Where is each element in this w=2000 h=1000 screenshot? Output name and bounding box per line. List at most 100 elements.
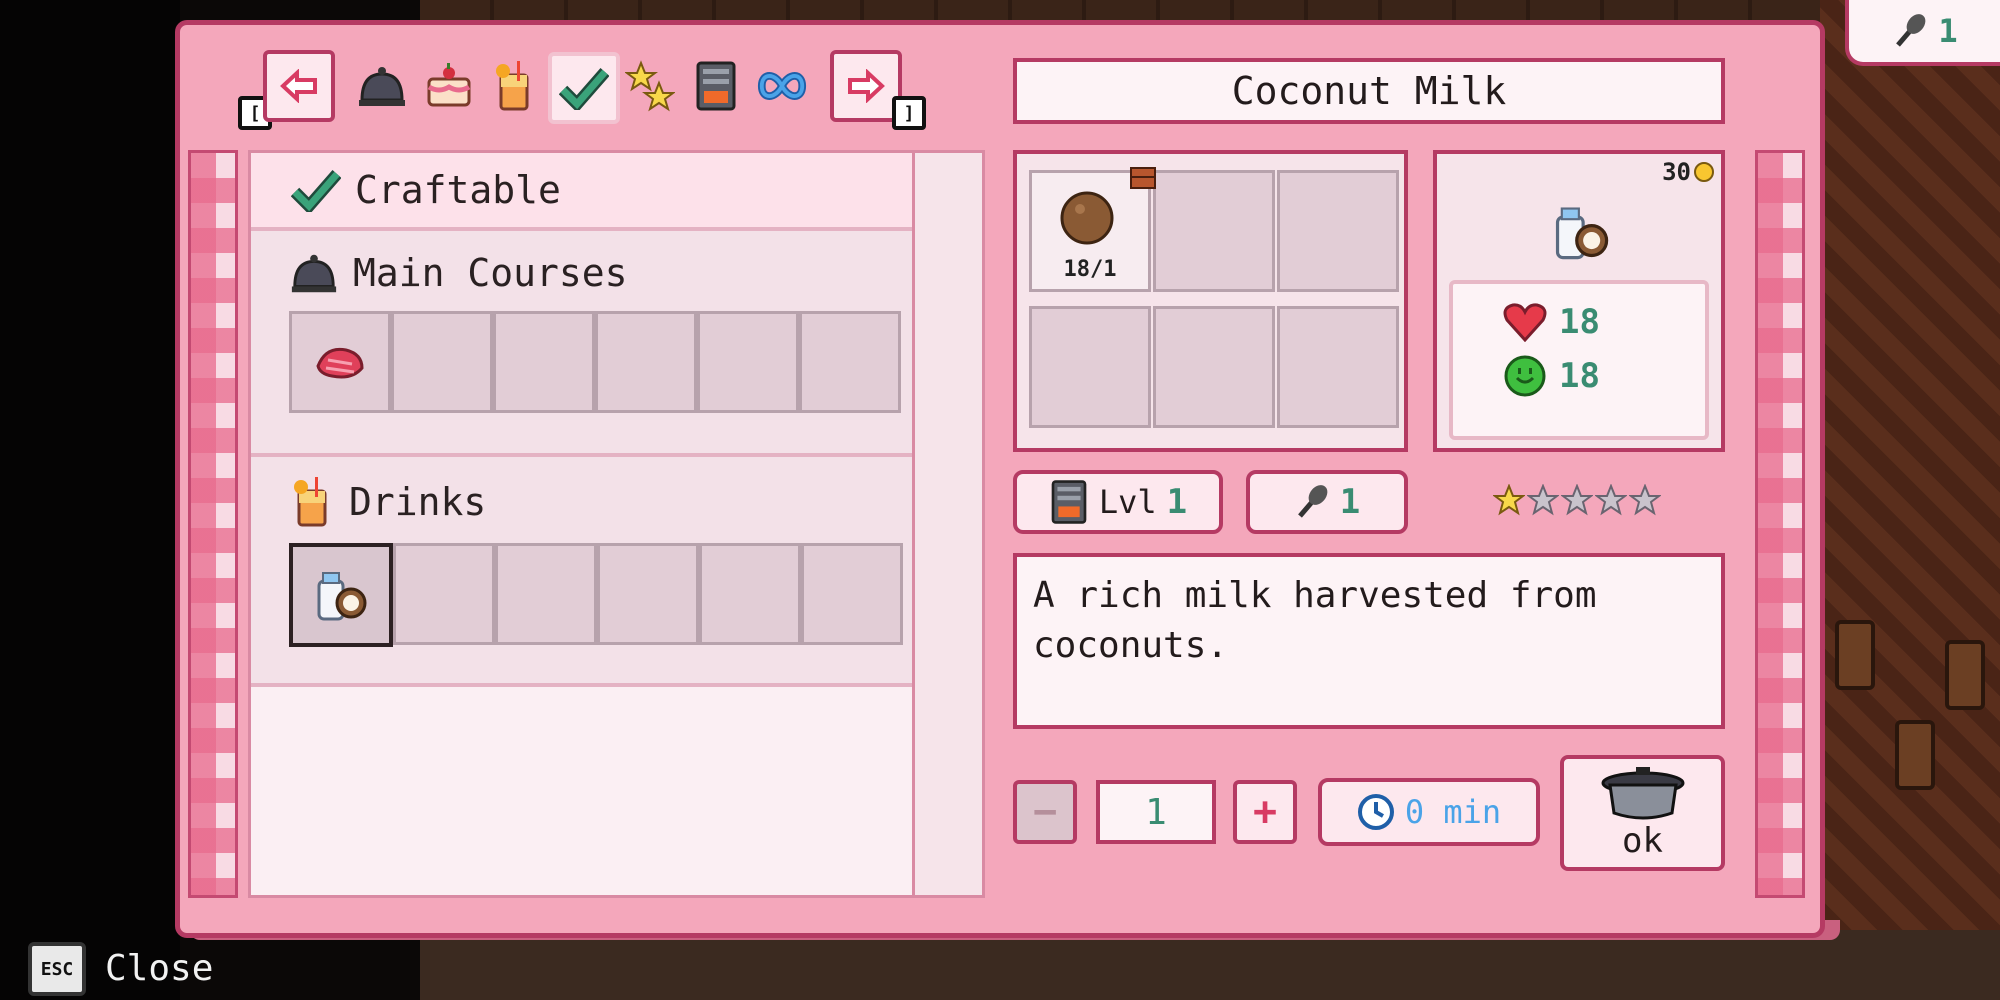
- star-rating: [1493, 484, 1661, 516]
- recipe-slot[interactable]: [495, 543, 597, 645]
- decrease-quantity-button[interactable]: −: [1013, 780, 1077, 844]
- level-label: Lvl: [1098, 483, 1157, 521]
- recipe-description-text: A rich milk harvested from coconuts.: [1033, 575, 1597, 666]
- whisk-icon: [1297, 485, 1328, 518]
- ingredient-slot[interactable]: [1153, 306, 1275, 428]
- recipe-slot[interactable]: [595, 311, 697, 413]
- ingredient-count: 18/1: [1063, 257, 1117, 282]
- tab-desserts[interactable]: [423, 56, 475, 116]
- coconut-icon: [1060, 191, 1114, 245]
- star-filled-icon: [1493, 484, 1525, 516]
- list-header: Craftable: [251, 153, 912, 231]
- level-pill: Lvl 1: [1013, 470, 1223, 534]
- category-label: Drinks: [349, 480, 487, 524]
- tab-drinks[interactable]: [488, 56, 540, 116]
- recipe-list: Craftable Main Courses Drinks: [248, 150, 915, 898]
- cake-icon: [427, 63, 471, 107]
- background-chair: [1895, 720, 1935, 790]
- ingredient-slot[interactable]: [1277, 170, 1399, 292]
- background-chair: [1945, 640, 1985, 710]
- tab-appliances[interactable]: [690, 56, 742, 116]
- skill-value: 1: [1339, 482, 1361, 522]
- ingredient-slot[interactable]: 18/1: [1029, 167, 1156, 292]
- recipe-slot[interactable]: [699, 543, 801, 645]
- cloche-icon: [359, 67, 405, 106]
- tab-craftable[interactable]: [548, 52, 620, 124]
- category-drinks: Drinks: [251, 457, 912, 687]
- recipe-slot-selected[interactable]: [289, 543, 393, 647]
- skill-pill: 1: [1246, 470, 1408, 534]
- background-tiles: [1820, 0, 2000, 1000]
- result-box: 30 18 18: [1433, 150, 1725, 452]
- stats-box: 18 18: [1449, 280, 1709, 440]
- recipe-slot[interactable]: [493, 311, 595, 413]
- drink-icon: [294, 477, 327, 527]
- ok-label: ok: [1622, 821, 1663, 861]
- ingredients-box: 18/1: [1013, 150, 1408, 452]
- recipe-slot[interactable]: [391, 311, 493, 413]
- background-chair: [1835, 620, 1875, 690]
- recipe-slot[interactable]: [801, 543, 903, 645]
- background-dark: [0, 0, 180, 1000]
- energy-face-icon: [1504, 355, 1546, 397]
- checker-border-right: [1755, 150, 1805, 898]
- recipe-slot[interactable]: [597, 543, 699, 645]
- checker-border-left: [188, 150, 238, 898]
- list-scrollbar[interactable]: [915, 150, 985, 898]
- checkmark-icon: [291, 170, 341, 212]
- skill-points-badge: 1: [1845, 0, 2000, 66]
- recipe-slot[interactable]: [393, 543, 495, 645]
- arrow-left-icon: [280, 69, 317, 103]
- oven-icon: [696, 61, 736, 111]
- heart-icon: [1503, 303, 1547, 342]
- quantity-input[interactable]: 1: [1096, 780, 1216, 844]
- health-value: 18: [1559, 302, 1600, 342]
- recipe-slot[interactable]: [289, 311, 391, 413]
- esc-key-icon[interactable]: ESC: [28, 942, 86, 996]
- infinity-icon: [757, 72, 807, 100]
- increase-quantity-button[interactable]: +: [1233, 780, 1297, 844]
- arrow-right-icon: [848, 69, 885, 103]
- star-empty-icon: [1561, 484, 1593, 516]
- price-tag: 30: [1662, 158, 1715, 186]
- tab-main-courses[interactable]: [356, 56, 408, 116]
- coconut-milk-icon: [1555, 207, 1609, 260]
- ok-button[interactable]: ok: [1560, 755, 1725, 871]
- tab-all[interactable]: [756, 56, 808, 116]
- health-stat: 18: [1503, 302, 1705, 342]
- close-label[interactable]: Close: [105, 948, 213, 989]
- oven-icon: [1051, 480, 1087, 524]
- recipe-slot-row: [289, 311, 912, 413]
- recipe-slot[interactable]: [799, 311, 901, 413]
- ingredient-slot[interactable]: [1277, 306, 1399, 428]
- ingredient-slot[interactable]: [1029, 306, 1151, 428]
- recipe-slot[interactable]: [697, 311, 799, 413]
- list-header-label: Craftable: [355, 168, 561, 212]
- stars-icon: [625, 60, 675, 112]
- tab-special[interactable]: [624, 56, 676, 116]
- salmon-dish-icon: [316, 347, 364, 379]
- next-tab-key: ]: [892, 96, 926, 130]
- level-value: 1: [1166, 482, 1188, 522]
- checkmark-icon: [559, 68, 609, 110]
- prev-tab-button[interactable]: [263, 50, 335, 122]
- chest-icon: [1130, 167, 1156, 189]
- ingredient-slot[interactable]: [1153, 170, 1275, 292]
- star-empty-icon: [1595, 484, 1627, 516]
- category-label: Main Courses: [353, 251, 628, 295]
- cooking-pot-icon: [1601, 767, 1684, 820]
- recipe-description: A rich milk harvested from coconuts.: [1013, 553, 1725, 729]
- energy-value: 18: [1559, 356, 1600, 396]
- drink-icon: [496, 61, 529, 111]
- background-bottom: [420, 930, 2000, 1000]
- recipe-title-text: Coconut Milk: [1231, 69, 1507, 113]
- star-empty-icon: [1629, 484, 1661, 516]
- price-value: 30: [1662, 158, 1691, 186]
- recipe-title: Coconut Milk: [1013, 58, 1725, 124]
- time-pill: 0 min: [1318, 778, 1540, 846]
- recipe-slot-row: [289, 543, 912, 647]
- corner-value: 1: [1938, 12, 1958, 50]
- cloche-icon: [291, 254, 337, 293]
- category-main-courses: Main Courses: [251, 231, 912, 457]
- coin-icon: [1694, 162, 1714, 182]
